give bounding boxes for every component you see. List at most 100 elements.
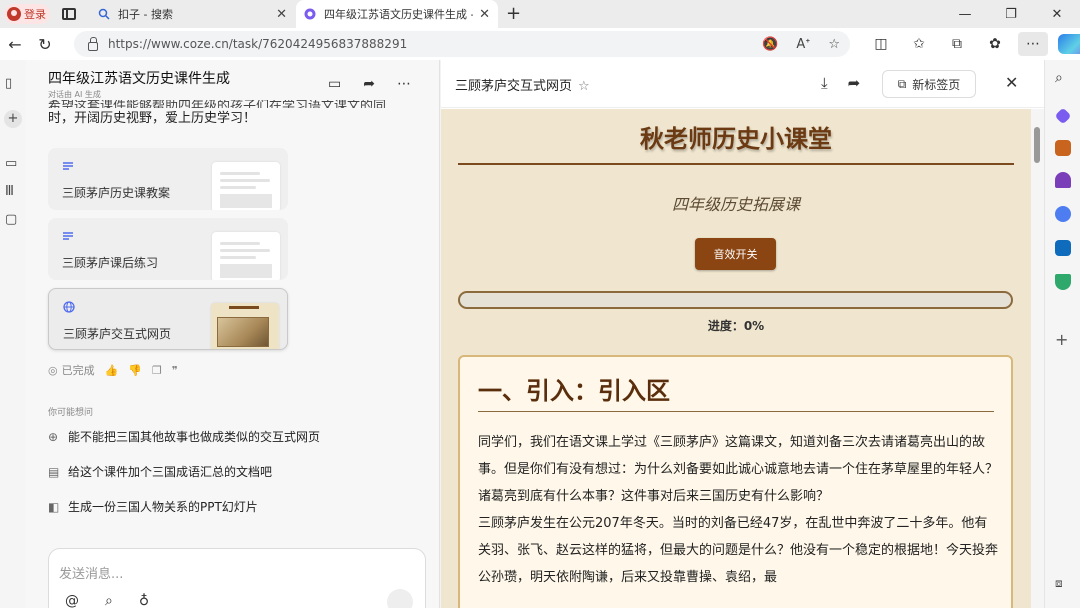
copilot-icon[interactable] xyxy=(1058,34,1080,54)
message-input[interactable]: 发送消息... @ ⌕ ♁ xyxy=(48,548,426,608)
intro-section: 一、引入：引入区 同学们，我们在语文课上学过《三顾茅庐》这篇课文，知道刘备三次去… xyxy=(458,355,1013,608)
outlook-icon[interactable] xyxy=(1055,240,1071,256)
thumbs-up-icon[interactable]: 👍 xyxy=(105,364,119,377)
restore-button[interactable]: ❐ xyxy=(988,7,1034,22)
drop-icon[interactable] xyxy=(1055,274,1071,290)
completed-label: 已完成 xyxy=(61,364,95,377)
sound-toggle-button[interactable]: 音效开关 xyxy=(695,238,776,270)
more-icon[interactable]: ⋯ xyxy=(397,76,411,92)
scrollbar-thumb[interactable] xyxy=(1034,127,1040,163)
folder-icon[interactable]: ▭ xyxy=(5,156,17,171)
left-rail: ▯ + ▭ Ⅲ ▢ xyxy=(0,60,26,608)
new-chat-icon[interactable]: + xyxy=(4,110,22,128)
sidebar-toggle-icon[interactable]: ▯ xyxy=(5,76,12,91)
tab-actions-icon[interactable] xyxy=(62,8,76,20)
suggestion-item[interactable]: ▤ 给这个课件加个三国成语汇总的文档吧 xyxy=(48,463,272,480)
open-new-tab-button[interactable]: ⧉ 新标签页 xyxy=(882,70,976,98)
file-thumbnail xyxy=(212,232,280,280)
scrollbar[interactable] xyxy=(1031,109,1044,608)
message-actions: ◎ 已完成 👍 👎 ❐ ❞ xyxy=(48,362,178,378)
copilot-sidebar-icon[interactable] xyxy=(1055,206,1071,222)
close-window-button[interactable]: ✕ xyxy=(1034,7,1080,22)
tab-coze[interactable]: 四年级江苏语文历史课件生成 - 扣 ✕ xyxy=(296,0,498,28)
new-tab-button[interactable]: + xyxy=(506,3,521,24)
favorites-icon[interactable]: ✩ xyxy=(900,36,938,52)
section-heading: 一、引入：引入区 xyxy=(478,376,670,405)
share-icon[interactable]: ➦ xyxy=(363,76,375,92)
refresh-button[interactable]: ↻ xyxy=(30,35,60,54)
folder-action-icon[interactable]: ▭ xyxy=(328,76,341,92)
file-card-lesson-plan[interactable]: 三顾茅庐历史课教案 xyxy=(48,148,288,210)
close-tab-icon[interactable]: ✕ xyxy=(479,7,490,22)
slides-icon: ◧ xyxy=(48,499,60,514)
games-icon[interactable] xyxy=(1055,172,1071,188)
close-tab-icon[interactable]: ✕ xyxy=(276,7,287,22)
suggestion-item[interactable]: ◧ 生成一份三国人物关系的PPT幻灯片 xyxy=(48,498,258,515)
paragraph: 同学们，我们在语文课上学过《三顾茅庐》这篇课文，知道刘备三次去请诸葛亮出山的故事… xyxy=(478,435,999,504)
section-text: 同学们，我们在语文课上学过《三顾茅庐》这篇课文，知道刘备三次去请诸葛亮出山的故事… xyxy=(478,429,998,591)
file-card-label: 三顾茅庐交互式网页 xyxy=(63,327,172,341)
paragraph: 三顾茅庐发生在公元207年冬天。当时的刘备已经47岁，在乱世中奔波了二十多年。他… xyxy=(478,516,999,585)
title-divider xyxy=(458,163,1014,165)
close-icon[interactable]: ✕ xyxy=(1005,73,1018,92)
login-button[interactable]: 登录 xyxy=(4,4,50,24)
bulb-icon[interactable]: ♁ xyxy=(139,593,149,608)
mute-icon[interactable]: 🔕 xyxy=(762,37,778,52)
favorite-star-icon[interactable]: ☆ xyxy=(828,37,840,52)
browser-tab-bar: 登录 扣子 - 搜索 ✕ 四年级江苏语文历史课件生成 - 扣 ✕ + — ❐ ✕ xyxy=(0,0,1080,28)
extensions-icon[interactable]: ✿ xyxy=(976,36,1014,52)
toolbox-icon[interactable] xyxy=(1055,140,1071,156)
attach-icon[interactable]: ⌕ xyxy=(105,593,113,608)
message-text-cut: 希望这套课件能够帮助四年级的孩子们在学习语文课文的同 xyxy=(48,100,387,108)
document-icon xyxy=(63,232,73,240)
shopping-icon[interactable] xyxy=(1054,107,1072,125)
url-bar[interactable]: https://www.coze.cn/task/762042495683788… xyxy=(74,31,850,57)
add-sidebar-icon[interactable]: + xyxy=(1055,330,1071,349)
check-circle-icon: ◎ xyxy=(48,363,58,377)
suggestion-text: 能不能把三国其他故事也做成类似的交互式网页 xyxy=(68,430,321,444)
preview-panel: 三顾茅庐交互式网页 ☆ ⤓ ➦ ⧉ 新标签页 ✕ 秋老师历史小课堂 四年级历史拓展… xyxy=(441,60,1044,608)
search-icon[interactable]: ⌕ xyxy=(1055,70,1071,86)
document-icon xyxy=(63,162,73,170)
mention-icon[interactable]: @ xyxy=(65,593,79,608)
read-aloud-icon[interactable]: Aᐩ xyxy=(796,37,810,52)
send-button[interactable] xyxy=(387,589,413,608)
section-divider xyxy=(478,411,994,412)
suggestions-heading: 你可能想问 xyxy=(48,408,94,418)
more-menu-button[interactable]: ⋯ xyxy=(1018,32,1048,56)
tab-title: 四年级江苏语文历史课件生成 - 扣 xyxy=(324,8,474,21)
window-controls: — ❐ ✕ xyxy=(942,0,1080,28)
library-icon[interactable]: Ⅲ xyxy=(5,184,14,199)
quote-icon[interactable]: ❞ xyxy=(172,364,178,377)
split-screen-icon[interactable]: ◫ xyxy=(862,36,900,52)
new-tab-label: 新标签页 xyxy=(912,77,961,92)
file-icon[interactable]: ▢ xyxy=(5,212,17,227)
suggestion-item[interactable]: ⊕ 能不能把三国其他故事也做成类似的交互式网页 xyxy=(48,428,320,445)
back-button[interactable]: ← xyxy=(0,35,30,54)
url-text: https://www.coze.cn/task/762042495683788… xyxy=(108,37,408,51)
login-label: 登录 xyxy=(24,8,46,21)
download-icon[interactable]: ⤓ xyxy=(821,74,828,92)
collections-icon[interactable]: ⧉ xyxy=(938,36,976,52)
copy-icon[interactable]: ❐ xyxy=(152,364,162,377)
minimize-button[interactable]: — xyxy=(942,7,988,22)
preview-header: 三顾茅庐交互式网页 ☆ ⤓ ➦ ⧉ 新标签页 ✕ xyxy=(441,60,1044,108)
message-placeholder: 发送消息... xyxy=(59,567,124,582)
thumbs-down-icon[interactable]: 👎 xyxy=(128,364,142,377)
share-icon[interactable]: ➦ xyxy=(848,74,861,92)
file-card-exercises[interactable]: 三顾茅庐课后练习 xyxy=(48,218,288,280)
lock-icon xyxy=(88,36,98,51)
tab-search[interactable]: 扣子 - 搜索 ✕ xyxy=(90,0,295,28)
tab-title: 扣子 - 搜索 xyxy=(118,8,173,21)
document-icon: ▤ xyxy=(48,464,60,479)
screenshot-icon[interactable]: ⧈ xyxy=(1055,576,1071,592)
avatar-icon xyxy=(7,7,21,21)
search-icon xyxy=(98,8,110,20)
star-icon[interactable]: ☆ xyxy=(578,79,590,94)
file-card-label: 三顾茅庐历史课教案 xyxy=(62,186,171,200)
address-toolbar: ← ↻ https://www.coze.cn/task/76204249568… xyxy=(0,28,1080,60)
edge-sidebar: ⌕ + ⧈ xyxy=(1044,60,1080,608)
file-card-label: 三顾茅庐课后练习 xyxy=(62,256,159,270)
file-card-interactive-page[interactable]: 三顾茅庐交互式网页 xyxy=(48,288,288,350)
webpage-thumbnail xyxy=(211,303,279,349)
